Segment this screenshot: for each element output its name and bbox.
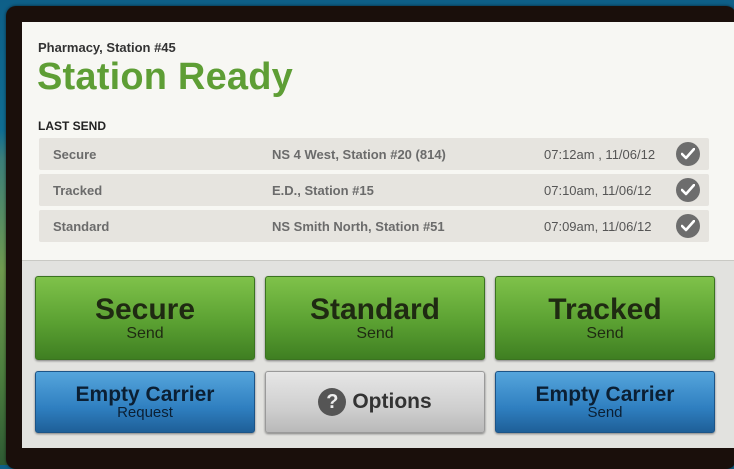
last-send-heading: LAST SEND xyxy=(38,119,107,133)
options-button[interactable]: ? Options xyxy=(265,371,485,433)
send-destination: NS Smith North, Station #51 xyxy=(272,219,445,234)
send-destination: NS 4 West, Station #20 (814) xyxy=(272,147,446,162)
secure-send-button[interactable]: Secure Send xyxy=(35,276,255,360)
empty-carrier-request-button[interactable]: Empty Carrier Request xyxy=(35,371,255,433)
button-subtitle: Request xyxy=(117,404,173,421)
station-location: Pharmacy, Station #45 xyxy=(38,40,176,55)
send-time: 07:10am, 11/06/12 xyxy=(544,183,652,198)
empty-carrier-send-button[interactable]: Empty Carrier Send xyxy=(495,371,715,433)
checkmark-icon xyxy=(676,178,700,202)
send-type: Tracked xyxy=(53,183,103,198)
button-title: Secure xyxy=(94,293,196,326)
send-type: Standard xyxy=(53,219,110,234)
status-header: Pharmacy, Station #45 Station Ready LAST… xyxy=(22,22,734,260)
checkmark-icon xyxy=(676,214,700,238)
send-type: Secure xyxy=(53,147,97,162)
button-panel: Secure Send Standard Send Tracked Send E… xyxy=(22,261,734,448)
button-subtitle: Send xyxy=(126,325,164,342)
standard-send-button[interactable]: Standard Send xyxy=(265,276,485,360)
last-send-row: Secure NS 4 West, Station #20 (814) 07:1… xyxy=(39,138,709,170)
button-title: Tracked xyxy=(548,293,662,326)
last-send-row: Tracked E.D., Station #15 07:10am, 11/06… xyxy=(39,174,709,206)
tracked-send-button[interactable]: Tracked Send xyxy=(495,276,715,360)
station-status: Station Ready xyxy=(37,56,293,98)
last-send-row: Standard NS Smith North, Station #51 07:… xyxy=(39,210,709,242)
question-icon: ? xyxy=(318,388,347,416)
button-subtitle: Send xyxy=(586,325,624,342)
button-subtitle: Send xyxy=(356,325,394,342)
button-title: Standard xyxy=(309,293,441,326)
send-destination: E.D., Station #15 xyxy=(272,183,374,198)
station-screen: Pharmacy, Station #45 Station Ready LAST… xyxy=(22,22,734,448)
last-send-list: Secure NS 4 West, Station #20 (814) 07:1… xyxy=(39,138,709,246)
options-label: Options xyxy=(352,390,432,413)
send-time: 07:12am , 11/06/12 xyxy=(544,147,656,162)
button-subtitle: Send xyxy=(587,404,623,421)
checkmark-icon xyxy=(676,142,700,166)
button-title: Empty Carrier xyxy=(75,383,215,406)
send-time: 07:09am, 11/06/12 xyxy=(544,219,652,234)
button-title: Empty Carrier xyxy=(535,383,675,406)
